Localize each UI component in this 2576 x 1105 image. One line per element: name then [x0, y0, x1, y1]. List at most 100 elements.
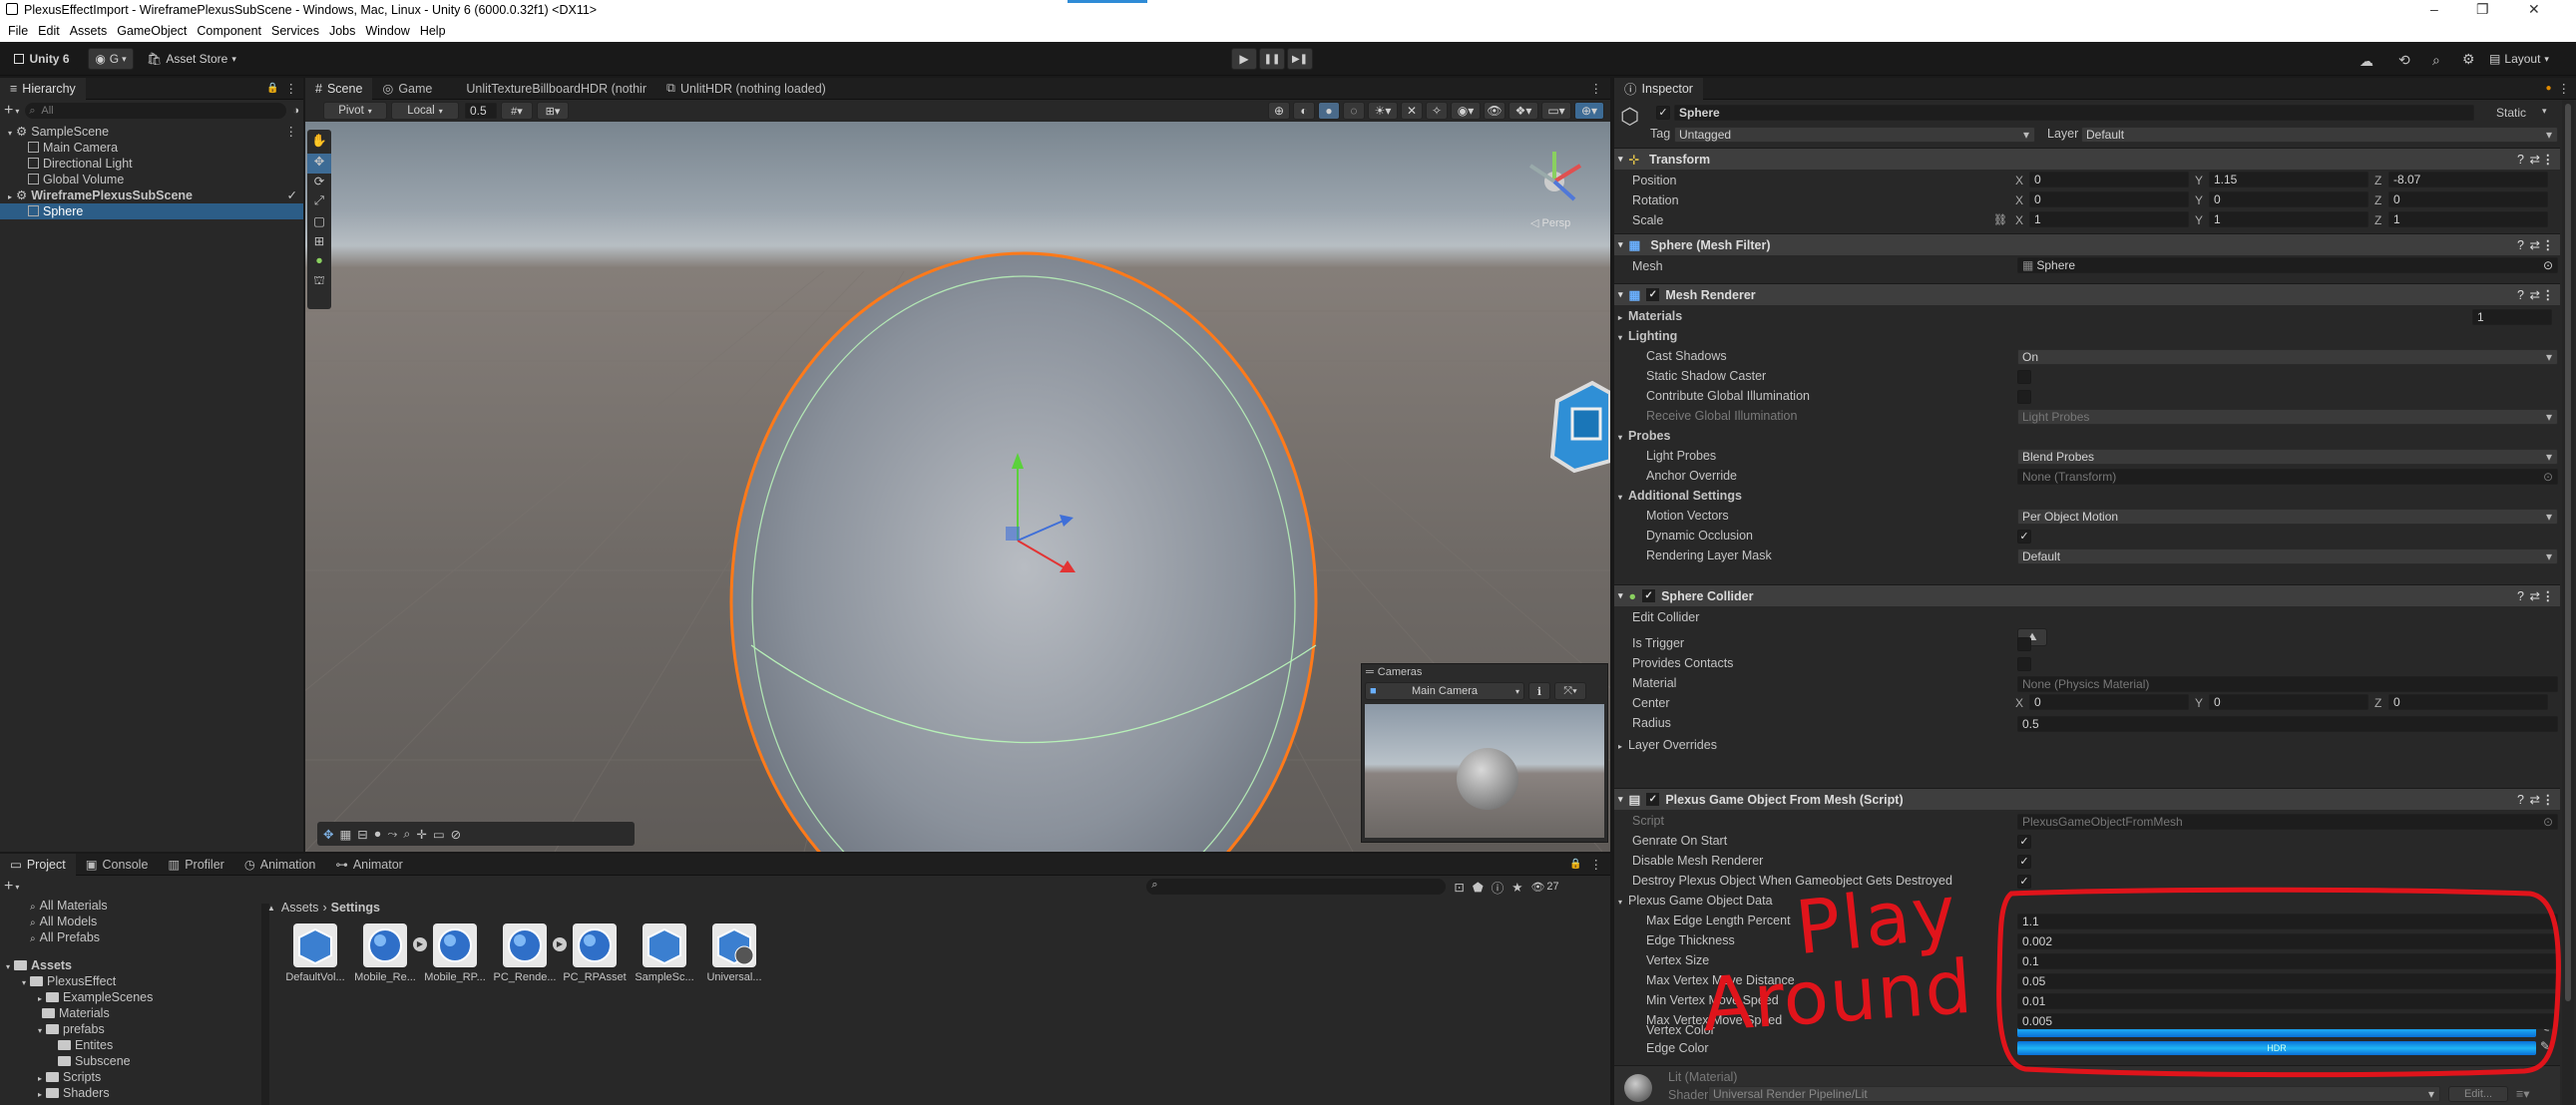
mesh-filter-header[interactable]: ▾ ▦ Sphere (Mesh Filter) ? ⇄ ⋮: [1614, 233, 2560, 255]
edge-color-picker-icon[interactable]: ✎: [2540, 1039, 2550, 1053]
lighting-icon[interactable]: ☀▾: [1368, 102, 1398, 120]
project-folder-item[interactable]: Subscene: [0, 1053, 261, 1069]
shader-dropdown[interactable]: Universal Render Pipeline/Lit: [1708, 1086, 2440, 1102]
grid-icon[interactable]: ▦: [339, 827, 351, 842]
tab-scene[interactable]: # Scene: [305, 77, 373, 100]
align-icon[interactable]: ✛: [416, 827, 426, 842]
anchor-override-field[interactable]: None (Transform) ⊙: [2017, 469, 2558, 485]
cast-shadows-dropdown[interactable]: On: [2017, 349, 2558, 365]
breadcrumb-assets[interactable]: Assets: [281, 901, 319, 915]
tab-profiler[interactable]: ▥ Profiler: [158, 854, 233, 876]
hierarchy-item[interactable]: ▾ ⚙ SampleScene ⋮: [0, 124, 303, 140]
breadcrumb-settings[interactable]: Settings: [331, 901, 380, 915]
foldout-arrow-icon[interactable]: ▸: [38, 1090, 42, 1099]
collider-edit-icon[interactable]: ●: [307, 253, 331, 273]
layout-dropdown[interactable]: ▤ Layout ▾: [2486, 48, 2552, 70]
menu-assets[interactable]: Assets: [70, 24, 108, 38]
foldout-arrow-icon[interactable]: ▾: [6, 962, 10, 971]
menu-gameobject[interactable]: GameObject: [117, 24, 187, 38]
search-icon[interactable]: ⌕: [2432, 52, 2440, 69]
chevron-down-icon[interactable]: ▾: [2542, 106, 2547, 117]
receive-gi-dropdown[interactable]: Light Probes: [2017, 409, 2558, 425]
asset-item[interactable]: ▶ Mobile_Re...: [353, 923, 427, 983]
sphere-collider-header[interactable]: ▾ ● ✓ Sphere Collider ? ⇄ ⋮: [1614, 584, 2560, 606]
menu-component[interactable]: Component: [197, 24, 261, 38]
preset-icon[interactable]: ⇄: [2530, 237, 2540, 252]
asset-item[interactable]: SampleSc...: [633, 923, 696, 983]
materials-count-input[interactable]: 1: [2472, 309, 2552, 325]
project-folder-item[interactable]: ▸ Scripts: [0, 1069, 261, 1085]
light-probes-dropdown[interactable]: Blend Probes: [2017, 449, 2558, 465]
help-icon[interactable]: ?: [2517, 793, 2524, 807]
position-x[interactable]: 0: [2029, 172, 2189, 187]
object-picker-icon[interactable]: ⊙: [2543, 815, 2553, 829]
grid-snap-input[interactable]: 0.5: [465, 103, 497, 119]
center-x[interactable]: 0: [2029, 694, 2189, 710]
object-name-input[interactable]: Sphere: [1674, 105, 2474, 121]
favorite-item[interactable]: ⌕ All Prefabs: [0, 929, 261, 945]
center-z[interactable]: 0: [2388, 694, 2548, 710]
drag-handle-icon[interactable]: ═: [1366, 666, 1374, 678]
sphere-shape-icon[interactable]: ●: [374, 827, 382, 841]
preset-icon[interactable]: ⇄: [2530, 792, 2540, 807]
asset-item[interactable]: ▶ PC_Rende...: [493, 923, 567, 983]
plexus-field-input[interactable]: 0.1: [2017, 953, 2558, 969]
section-foldout[interactable]: ▾ Additional Settings: [1618, 489, 1742, 503]
tab-unlit-hdr[interactable]: ⧉ UnlitHDR (nothing loaded): [656, 78, 836, 100]
kebab-menu-icon[interactable]: ⋮: [2542, 792, 2555, 807]
foldout-arrow-icon[interactable]: ▸: [38, 1074, 42, 1083]
tab-project[interactable]: ▭ Project: [0, 853, 76, 876]
menu-services[interactable]: Services: [271, 24, 319, 38]
move-tool-icon[interactable]: ✥: [307, 154, 331, 174]
transform-header[interactable]: ▾ ⊹ Transform ? ⇄ ⋮: [1614, 148, 2560, 170]
center-y[interactable]: 0: [2209, 694, 2368, 710]
star-icon[interactable]: ★: [1511, 880, 1522, 895]
enabled-checkbox[interactable]: ✓: [1646, 288, 1660, 301]
foldout-arrow-icon[interactable]: ▸: [38, 994, 42, 1003]
global-icon[interactable]: ⊕: [1268, 102, 1290, 120]
snap-move-icon[interactable]: ✥: [323, 827, 333, 842]
kebab-menu-icon[interactable]: ⋮: [2558, 81, 2571, 96]
asset-item[interactable]: Mobile_RP...: [423, 923, 487, 983]
persp-label[interactable]: ◁ Persp: [1530, 216, 1570, 229]
plexus-field-input[interactable]: 0.002: [2017, 933, 2558, 949]
pivot-dropdown[interactable]: Pivot ▾: [323, 102, 387, 120]
camera-settings-icon[interactable]: ▭▾: [1541, 102, 1571, 120]
project-folder-item[interactable]: ▸ ExampleScenes: [0, 989, 261, 1005]
tab-console[interactable]: ▣ Console: [76, 854, 159, 876]
search-by-type-icon[interactable]: ⊡: [1454, 880, 1464, 895]
menu-jobs[interactable]: Jobs: [329, 24, 355, 38]
hierarchy-item[interactable]: Directional Light: [0, 156, 303, 172]
dynamic-occlusion-checkbox[interactable]: ✓: [2017, 530, 2031, 544]
hidden-packages-icon[interactable]: 👁: [1530, 881, 1544, 894]
rect-tool-icon[interactable]: ▢: [307, 213, 331, 233]
minimize-button[interactable]: –: [2430, 1, 2438, 17]
active-checkbox[interactable]: ✓: [1656, 106, 1670, 120]
scale-y[interactable]: 1: [2209, 211, 2368, 227]
maximize-button[interactable]: ❐: [2476, 1, 2489, 18]
kebab-menu-icon[interactable]: ⋮: [285, 81, 298, 96]
project-search-input[interactable]: ⌕: [1146, 879, 1447, 895]
generate-on-start-checkbox[interactable]: ✓: [2017, 835, 2031, 849]
foldout-arrow-icon[interactable]: ▾: [8, 129, 12, 138]
history-icon[interactable]: ⟲: [2398, 52, 2410, 69]
contribute-gi-checkbox[interactable]: [2017, 390, 2031, 404]
menu-window[interactable]: Window: [365, 24, 409, 38]
unity-version-button[interactable]: Unity 6: [6, 48, 78, 70]
camera-expand-icon[interactable]: ⤧▾: [1554, 682, 1586, 700]
position-y[interactable]: 1.15: [2209, 172, 2368, 187]
section-foldout[interactable]: ▸ Materials: [1618, 309, 1682, 323]
plexus-script-header[interactable]: ▾ ▤ ✓ Plexus Game Object From Mesh (Script…: [1614, 788, 2560, 810]
kebab-menu-icon[interactable]: ⋮: [285, 124, 298, 140]
section-foldout[interactable]: ▾ Lighting: [1618, 329, 1677, 343]
kebab-menu-icon[interactable]: ⋮: [2542, 588, 2555, 603]
camera-view-cube-icon[interactable]: [1549, 380, 1610, 474]
enabled-checkbox[interactable]: ✓: [1642, 589, 1656, 602]
label-icon[interactable]: ⬟: [1473, 880, 1484, 895]
hierarchy-search-input[interactable]: ⌕ All: [25, 103, 287, 119]
hand-tool-icon[interactable]: ✋: [307, 134, 331, 154]
plexus-field-input[interactable]: 0.01: [2017, 993, 2558, 1009]
scale-tool-icon[interactable]: ⤢: [307, 193, 331, 213]
tab-hierarchy[interactable]: ≡ Hierarchy: [0, 77, 86, 100]
project-folder-item[interactable]: ▸ Shaders: [0, 1085, 261, 1101]
